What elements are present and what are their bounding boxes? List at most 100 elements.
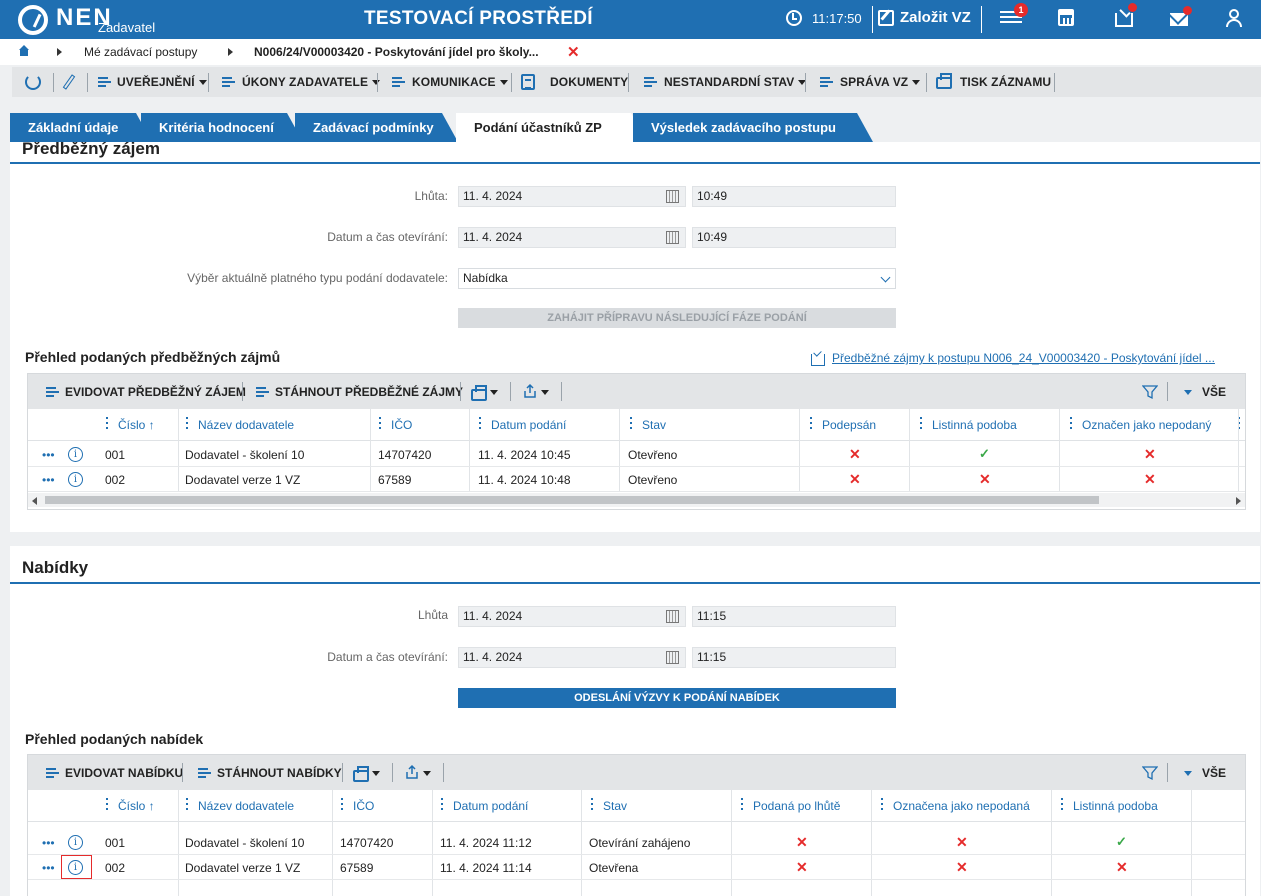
col-oznacena[interactable]: Označena jako nepodaná	[893, 799, 1030, 813]
lhuta-time-field[interactable]: 11:15	[692, 606, 896, 627]
column-menu-icon[interactable]	[741, 798, 743, 812]
printer-icon[interactable]	[353, 766, 369, 782]
col-listinna[interactable]: Listinná podoba	[1073, 799, 1158, 813]
create-vz-button[interactable]: Založit VZ	[878, 9, 971, 26]
filter-icon[interactable]	[1142, 384, 1158, 400]
row-menu-icon[interactable]: •••	[42, 837, 55, 849]
col-cislo[interactable]: Číslo ↑	[118, 799, 155, 813]
col-stav[interactable]: Stav	[642, 418, 666, 432]
notifications-menu-icon[interactable]: 1	[1000, 3, 1028, 28]
scroll-left-icon[interactable]	[32, 497, 37, 505]
calendar-icon[interactable]	[666, 610, 679, 623]
col-cislo[interactable]: Číslo ↑	[118, 418, 155, 432]
calendar-icon[interactable]	[666, 231, 679, 244]
column-menu-icon[interactable]	[810, 417, 812, 431]
col-nazev[interactable]: Název dodavatele	[198, 418, 294, 432]
col-podepsan[interactable]: Podepsán	[822, 418, 876, 432]
column-menu-icon[interactable]	[1061, 798, 1063, 812]
breadcrumb-current-procedure[interactable]: N006/24/V00003420 - Poskytování jídel pr…	[254, 45, 539, 59]
column-menu-icon[interactable]	[630, 417, 632, 431]
tab-zakladni-udaje[interactable]: Základní údaje	[10, 113, 152, 142]
send-invitation-button[interactable]: ODESLÁNÍ VÝZVY K PODÁNÍ NABÍDEK	[458, 688, 896, 708]
caret-down-icon[interactable]	[490, 390, 498, 395]
refresh-icon[interactable]	[25, 74, 41, 90]
info-icon[interactable]: i	[68, 835, 83, 850]
tab-vysledek-postupu[interactable]: Výsledek zadávacího postupu	[633, 113, 873, 142]
tab-kriteria-hodnoceni[interactable]: Kritéria hodnocení	[141, 113, 303, 142]
col-datum[interactable]: Datum podání	[491, 418, 566, 432]
pencil-icon[interactable]	[62, 74, 76, 90]
column-menu-icon[interactable]	[379, 417, 381, 431]
info-icon[interactable]: i	[68, 472, 83, 487]
col-stav[interactable]: Stav	[603, 799, 627, 813]
lhuta-time-field[interactable]: 10:49	[692, 186, 896, 207]
horizontal-scrollbar[interactable]	[28, 493, 1245, 507]
column-menu-icon[interactable]	[920, 417, 922, 431]
toolbar-tisk-zaznamu[interactable]: TISK ZÁZNAMU	[960, 75, 1051, 89]
mail-icon[interactable]	[1170, 6, 1192, 26]
table-row[interactable]: ••• i 002 Dodavatel verze 1 VZ 67589 11.…	[28, 855, 1245, 880]
col-listinna[interactable]: Listinná podoba	[932, 418, 1017, 432]
start-next-phase-button[interactable]: ZAHÁJIT PŘÍPRAVU NÁSLEDUJÍCÍ FÁZE PODÁNÍ	[458, 308, 896, 328]
toolbar-ukony-zadavatele[interactable]: ÚKONY ZADAVATELE	[242, 75, 381, 89]
row-menu-icon[interactable]: •••	[42, 474, 55, 486]
caret-down-icon[interactable]	[1184, 390, 1192, 395]
tab-zadavaci-podminky[interactable]: Zadávací podmínky	[295, 113, 458, 142]
filter-icon[interactable]	[1142, 765, 1158, 781]
toolbar-sprava-vz[interactable]: SPRÁVA VZ	[840, 75, 921, 89]
lhuta-date-field[interactable]: 11. 4. 2024	[458, 186, 686, 207]
scroll-right-icon[interactable]	[1236, 497, 1241, 505]
breadcrumb-my-procedures[interactable]: Mé zadávací postupy	[84, 45, 197, 59]
column-menu-icon[interactable]	[591, 798, 593, 812]
toolbar-uverejneni[interactable]: UVEŘEJNĚNÍ	[117, 75, 207, 89]
open-date-field[interactable]: 11. 4. 2024	[458, 227, 686, 248]
table-row[interactable]: ••• i 002 Dodavatel verze 1 VZ 67589 11.…	[28, 467, 1245, 492]
col-nazev[interactable]: Název dodavatele	[198, 799, 294, 813]
open-date-field[interactable]: 11. 4. 2024	[458, 647, 686, 668]
submission-type-select[interactable]: Nabídka	[458, 268, 896, 289]
table-row[interactable]: ••• i 001 Dodavatel - školení 10 1470742…	[28, 442, 1245, 467]
export-icon[interactable]	[522, 383, 538, 399]
col-ico[interactable]: IČO	[391, 418, 412, 432]
caret-down-icon[interactable]	[541, 390, 549, 395]
download-interests-link[interactable]: Předběžné zájmy k postupu N006_24_V00003…	[832, 351, 1215, 365]
toolbar-komunikace[interactable]: KOMUNIKACE	[412, 75, 508, 89]
evidovat-zajem-button[interactable]: EVIDOVAT PŘEDBĚŽNÝ ZÁJEM	[65, 385, 246, 399]
info-icon[interactable]: i	[68, 447, 83, 462]
column-menu-icon[interactable]	[106, 417, 108, 431]
calendar-icon[interactable]	[666, 651, 679, 664]
row-menu-icon[interactable]: •••	[42, 862, 55, 874]
lhuta-date-field[interactable]: 11. 4. 2024	[458, 606, 686, 627]
col-oznacen[interactable]: Označen jako nepodaný	[1082, 418, 1211, 432]
home-icon[interactable]	[18, 45, 30, 57]
inbox-icon[interactable]	[1115, 3, 1137, 27]
column-menu-icon[interactable]	[186, 417, 188, 431]
column-menu-icon[interactable]	[106, 798, 108, 812]
scroll-thumb[interactable]	[45, 496, 1099, 504]
user-icon[interactable]	[1225, 9, 1247, 29]
evidovat-nabidku-button[interactable]: EVIDOVAT NABÍDKU	[65, 766, 183, 780]
stahnout-zajmy-button[interactable]: STÁHNOUT PŘEDBĚŽNÉ ZÁJMY	[275, 385, 463, 399]
tab-podani-ucastniku[interactable]: Podání účastníků ZP	[456, 113, 647, 143]
col-po-lhute[interactable]: Podaná po lhůtě	[753, 799, 840, 813]
stahnout-nabidky-button[interactable]: STÁHNOUT NABÍDKY	[217, 766, 342, 780]
column-menu-icon[interactable]	[1070, 417, 1072, 431]
toolbar-nestandardni-stav[interactable]: NESTANDARDNÍ STAV	[664, 75, 807, 89]
close-icon[interactable]: ✕	[567, 43, 580, 61]
column-menu-icon[interactable]	[479, 417, 481, 431]
caret-down-icon[interactable]	[1184, 771, 1192, 776]
show-all-button[interactable]: VŠE	[1202, 766, 1226, 780]
row-menu-icon[interactable]: •••	[42, 449, 55, 461]
open-time-field[interactable]: 11:15	[692, 647, 896, 668]
export-icon[interactable]	[404, 764, 420, 780]
show-all-button[interactable]: VŠE	[1202, 385, 1226, 399]
column-menu-icon[interactable]	[881, 798, 883, 812]
open-time-field[interactable]: 10:49	[692, 227, 896, 248]
caret-down-icon[interactable]	[423, 771, 431, 776]
col-datum[interactable]: Datum podání	[453, 799, 528, 813]
toolbar-dokumenty[interactable]: DOKUMENTY	[550, 75, 628, 89]
table-row[interactable]: ••• i 001 Dodavatel - školení 10 1470742…	[28, 830, 1245, 855]
caret-down-icon[interactable]	[372, 771, 380, 776]
column-menu-icon[interactable]	[441, 798, 443, 812]
column-menu-icon[interactable]	[341, 798, 343, 812]
